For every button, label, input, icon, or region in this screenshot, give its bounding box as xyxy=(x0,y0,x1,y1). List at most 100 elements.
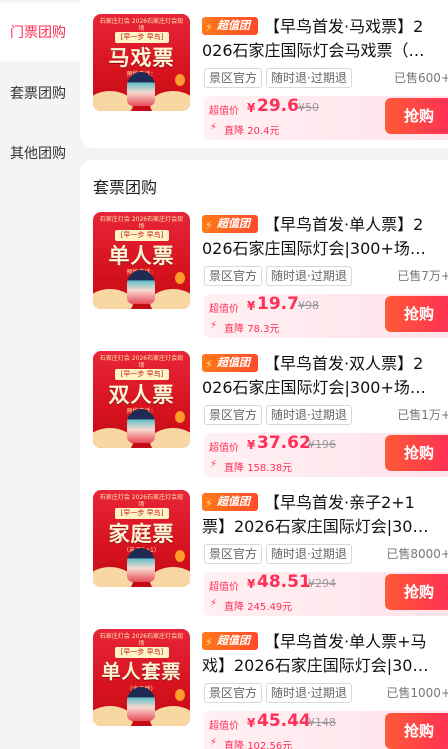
price-bar: 超值价 ¥ 37.62 ¥196 ⚡ 直降 158.38元 抢购 xyxy=(204,433,448,477)
sale-price: 48.51 xyxy=(257,572,311,592)
price-label: 超值价 xyxy=(209,721,239,732)
cloud-decoration xyxy=(150,91,190,111)
product-thumbnail[interactable]: 石家庄灯会 2026石家庄灯会现场 [早一步 早鸟] 马戏票 预约电话： xyxy=(93,14,190,111)
super-value-tag: ⚡ 超值团 xyxy=(202,17,258,35)
character-illustration xyxy=(127,548,155,582)
character-illustration xyxy=(127,687,155,721)
refund-chip: 随时退·过期退 xyxy=(266,405,352,425)
lantern-decoration xyxy=(175,689,185,701)
ticket-group-section: 石家庄灯会 2026石家庄灯会现场 [早一步 早鸟] 马戏票 预约电话： 【早鸟… xyxy=(80,0,448,148)
price-bar: 超值价 ¥ 29.6 ¥50 ⚡ 直降 20.4元 抢购 xyxy=(204,96,448,140)
official-chip: 景区官方 xyxy=(204,405,263,425)
refund-chip: 随时退·过期退 xyxy=(266,68,352,88)
sold-count: 已售8000+ xyxy=(386,547,448,561)
buy-button[interactable]: 抢购 xyxy=(385,296,448,332)
cloud-decoration xyxy=(150,289,190,309)
sale-price: 29.6 xyxy=(257,96,299,116)
lantern-decoration xyxy=(175,74,185,86)
thumbnail-caption: 石家庄灯会 2026石家庄灯会现场 xyxy=(99,494,184,508)
sold-count: 已售1万+ xyxy=(397,408,448,422)
currency-symbol: ¥ xyxy=(247,438,256,452)
thumbnail-caption: 石家庄灯会 2026石家庄灯会现场 xyxy=(99,355,184,369)
lightning-icon: ⚡ xyxy=(205,21,213,34)
lightning-icon: ⚡ xyxy=(210,320,218,331)
sidebar-item-ticket-group[interactable]: 门票团购 xyxy=(0,3,80,61)
currency-symbol: ¥ xyxy=(247,299,256,313)
original-price: ¥196 xyxy=(308,438,336,451)
character-illustration xyxy=(127,409,155,443)
original-price: ¥294 xyxy=(308,577,336,590)
product-card[interactable]: 石家庄灯会 2026石家庄灯会现场 [早一步 早鸟] 马戏票 预约电话： 【早鸟… xyxy=(93,14,448,140)
price-drop: 直降 158.38元 xyxy=(224,463,293,474)
sold-count: 已售600+ xyxy=(394,71,448,85)
sold-count: 已售7万+ xyxy=(397,269,448,283)
price-bar: 超值价 ¥ 19.7 ¥98 ⚡ 直降 78.3元 抢购 xyxy=(204,294,448,338)
lightning-icon: ⚡ xyxy=(210,598,218,609)
thumbnail-title: 家庭票 xyxy=(108,521,175,546)
price-bar: 超值价 ¥ 48.51 ¥294 ⚡ 直降 245.49元 抢购 xyxy=(204,572,448,616)
sidebar-item-other-group[interactable]: 其他团购 xyxy=(0,124,80,182)
super-value-tag: ⚡ 超值团 xyxy=(202,215,258,233)
product-thumbnail[interactable]: 石家庄灯会 2026石家庄灯会现场 [早一步 早鸟] 家庭票 （亲子2+1） xyxy=(93,490,190,587)
lightning-icon: ⚡ xyxy=(210,459,218,470)
lightning-icon: ⚡ xyxy=(210,122,218,133)
product-list-panel: 石家庄灯会 2026石家庄灯会现场 [早一步 早鸟] 马戏票 预约电话： 【早鸟… xyxy=(80,0,448,749)
section-title: 套票团购 xyxy=(93,178,158,197)
official-chip: 景区官方 xyxy=(204,266,263,286)
thumbnail-title: 单人票 xyxy=(108,243,175,268)
buy-button[interactable]: 抢购 xyxy=(385,713,448,749)
lightning-icon: ⚡ xyxy=(205,636,213,649)
character-illustration xyxy=(127,270,155,304)
buy-button[interactable]: 抢购 xyxy=(385,98,448,134)
refund-chip: 随时退·过期退 xyxy=(266,683,352,703)
official-chip: 景区官方 xyxy=(204,544,263,564)
lantern-decoration xyxy=(175,272,185,284)
refund-chip: 随时退·过期退 xyxy=(266,544,352,564)
lightning-icon: ⚡ xyxy=(205,497,213,510)
thumbnail-caption: 石家庄灯会 2026石家庄灯会现场 xyxy=(99,216,184,230)
lantern-decoration xyxy=(175,550,185,562)
lightning-icon: ⚡ xyxy=(205,358,213,371)
official-chip: 景区官方 xyxy=(204,683,263,703)
refund-chip: 随时退·过期退 xyxy=(266,266,352,286)
official-chip: 景区官方 xyxy=(204,68,263,88)
product-thumbnail[interactable]: 石家庄灯会 2026石家庄灯会现场 [早一步 早鸟] 双人票 预约电话： xyxy=(93,351,190,448)
lightning-icon: ⚡ xyxy=(210,737,218,748)
cloud-decoration xyxy=(150,567,190,587)
super-value-tag: ⚡ 超值团 xyxy=(202,493,258,511)
product-card[interactable]: 石家庄灯会 2026石家庄灯会现场 [早一步 早鸟] 单人套票 （含马戏） 【早… xyxy=(93,629,448,749)
product-card[interactable]: 石家庄灯会 2026石家庄灯会现场 [早一步 早鸟] 双人票 预约电话： 【早鸟… xyxy=(93,351,448,477)
product-card[interactable]: 石家庄灯会 2026石家庄灯会现场 [早一步 早鸟] 单人票 预约电话： 【早鸟… xyxy=(93,212,448,338)
product-thumbnail[interactable]: 石家庄灯会 2026石家庄灯会现场 [早一步 早鸟] 单人套票 （含马戏） xyxy=(93,629,190,726)
lightning-icon: ⚡ xyxy=(205,219,213,232)
thumbnail-caption: 石家庄灯会 2026石家庄灯会现场 xyxy=(99,633,184,647)
sale-price: 19.7 xyxy=(257,294,299,314)
price-drop: 直降 102.56元 xyxy=(224,741,293,749)
price-drop: 直降 245.49元 xyxy=(224,602,293,613)
cloud-decoration xyxy=(150,706,190,726)
thumbnail-title: 双人票 xyxy=(108,382,175,407)
price-label: 超值价 xyxy=(209,304,239,315)
category-sidebar: 门票团购 套票团购 其他团购 xyxy=(0,0,80,749)
price-drop: 直降 20.4元 xyxy=(224,126,280,137)
price-bar: 超值价 ¥ 45.44 ¥148 ⚡ 直降 102.56元 抢购 xyxy=(204,711,448,749)
super-value-tag: ⚡ 超值团 xyxy=(202,632,258,650)
buy-button[interactable]: 抢购 xyxy=(385,574,448,610)
original-price: ¥50 xyxy=(298,101,319,114)
lantern-decoration xyxy=(175,411,185,423)
product-card[interactable]: 石家庄灯会 2026石家庄灯会现场 [早一步 早鸟] 家庭票 （亲子2+1） 【… xyxy=(93,490,448,616)
sale-price: 45.44 xyxy=(257,711,311,731)
group-buy-page: 门票团购 套票团购 其他团购 石家庄灯会 2026石家庄灯会现场 [早一步 早鸟… xyxy=(0,0,448,749)
price-label: 超值价 xyxy=(209,582,239,593)
currency-symbol: ¥ xyxy=(247,716,256,730)
buy-button[interactable]: 抢购 xyxy=(385,435,448,471)
sold-count: 已售1000+ xyxy=(386,686,448,700)
sale-price: 37.62 xyxy=(257,433,311,453)
super-value-tag: ⚡ 超值团 xyxy=(202,354,258,372)
cloud-decoration xyxy=(150,428,190,448)
bundle-group-section: 套票团购 石家庄灯会 2026石家庄灯会现场 [早一步 早鸟] 单人票 预约电话… xyxy=(80,160,448,749)
product-thumbnail[interactable]: 石家庄灯会 2026石家庄灯会现场 [早一步 早鸟] 单人票 预约电话： xyxy=(93,212,190,309)
sidebar-item-bundle-group[interactable]: 套票团购 xyxy=(0,64,80,122)
character-illustration xyxy=(127,72,155,106)
thumbnail-caption: 石家庄灯会 2026石家庄灯会现场 xyxy=(99,18,184,32)
